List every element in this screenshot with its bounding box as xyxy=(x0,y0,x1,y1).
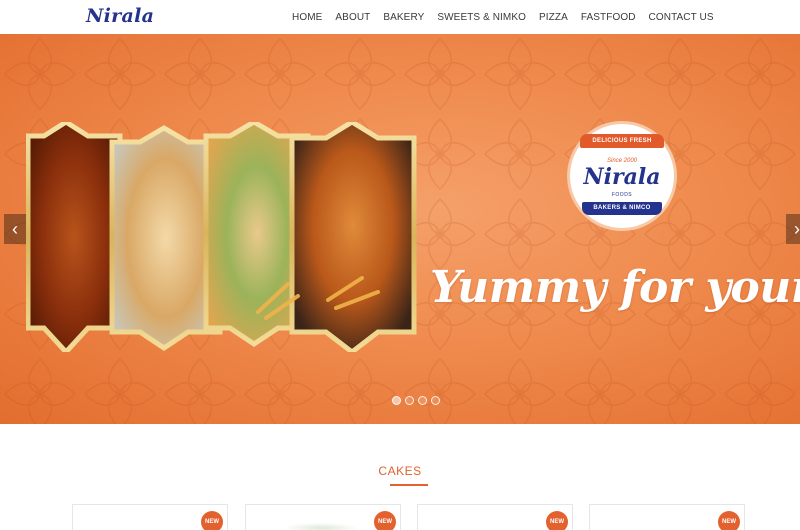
badge-top-ribbon: DELICIOUS FRESH SWEETS xyxy=(580,134,664,158)
product-card[interactable]: NEW xyxy=(589,504,745,530)
badge-bottom-ribbon: BAKERS & NIMCO xyxy=(582,202,662,215)
product-card[interactable]: NEW xyxy=(417,504,573,530)
nav-pizza[interactable]: PIZZA xyxy=(539,12,568,23)
nav-about[interactable]: ABOUT xyxy=(335,12,370,23)
nav-sweets-nimko[interactable]: SWEETS & NIMKO xyxy=(437,12,526,23)
nav-home[interactable]: HOME xyxy=(292,12,322,23)
food-panel-wings xyxy=(26,122,123,352)
nav-bakery[interactable]: BAKERY xyxy=(383,12,424,23)
cakes-heading: CAKES xyxy=(378,464,422,478)
slider-pagination xyxy=(392,396,440,405)
food-panel-fried-chicken xyxy=(289,122,417,352)
product-image xyxy=(286,523,356,530)
slider-dot-3[interactable] xyxy=(418,396,427,405)
slider-dot-1[interactable] xyxy=(392,396,401,405)
nav-fastfood[interactable]: FASTFOOD xyxy=(581,12,636,23)
brand-badge: DELICIOUS FRESH SWEETS Since 2000 Nirala… xyxy=(570,124,674,228)
hero-tagline: Yummy for your tummy xyxy=(430,262,800,313)
food-collage xyxy=(26,122,417,352)
badge-name: Nirala xyxy=(583,164,661,190)
new-badge: NEW xyxy=(718,511,740,530)
slider-dot-2[interactable] xyxy=(405,396,414,405)
cakes-product-grid: NEW NEW NEW NEW xyxy=(72,504,752,530)
new-badge: NEW xyxy=(546,511,568,530)
slider-dot-4[interactable] xyxy=(431,396,440,405)
slider-prev-button[interactable]: ‹ xyxy=(4,214,26,244)
new-badge: NEW xyxy=(201,511,223,530)
main-nav: HOME ABOUT BAKERY SWEETS & NIMKO PIZZA F… xyxy=(292,12,727,23)
nav-contact-us[interactable]: CONTACT US xyxy=(649,12,714,23)
cakes-heading-underline xyxy=(390,484,428,486)
slider-next-button[interactable]: › xyxy=(786,214,800,244)
new-badge: NEW xyxy=(374,511,396,530)
product-card[interactable]: NEW xyxy=(72,504,228,530)
site-header: Nirala HOME ABOUT BAKERY SWEETS & NIMKO … xyxy=(0,0,800,34)
product-card[interactable]: NEW xyxy=(245,504,401,530)
badge-foods: FOODS xyxy=(611,192,633,198)
site-logo[interactable]: Nirala xyxy=(86,5,154,27)
hero-slider: DELICIOUS FRESH SWEETS Since 2000 Nirala… xyxy=(0,34,800,424)
